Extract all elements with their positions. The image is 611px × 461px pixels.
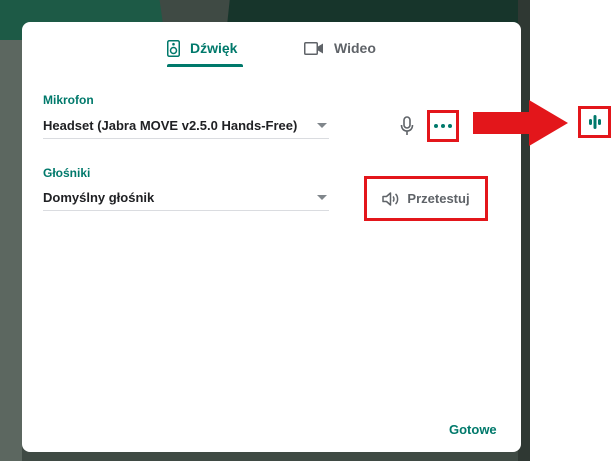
settings-dialog: Dźwięk Wideo Mikrofon Headset (Jabra MOV… xyxy=(22,22,521,452)
tab-video-label: Wideo xyxy=(334,40,376,56)
test-speaker-button[interactable]: Przetestuj xyxy=(364,176,488,221)
more-options-button[interactable] xyxy=(427,110,459,142)
audio-level-indicator xyxy=(578,106,611,138)
audio-level-icon xyxy=(588,115,601,129)
speakers-section-label: Głośniki xyxy=(43,166,91,180)
tab-sound-label: Dźwięk xyxy=(190,40,238,56)
speaker-icon xyxy=(167,39,180,57)
tab-sound[interactable]: Dźwięk xyxy=(167,32,243,67)
microphone-icon xyxy=(400,116,414,141)
dropdown-arrow-icon xyxy=(317,194,327,200)
dropdown-arrow-icon xyxy=(317,122,327,128)
speaker-volume-icon xyxy=(382,191,400,206)
video-camera-icon xyxy=(304,41,324,55)
annotation-arrow-icon xyxy=(473,100,568,146)
done-button[interactable]: Gotowe xyxy=(449,422,497,437)
microphone-section-label: Mikrofon xyxy=(43,93,94,107)
background-shape xyxy=(0,40,22,461)
speakers-select-value: Domyślny głośnik xyxy=(43,189,155,205)
tab-video[interactable]: Wideo xyxy=(304,32,376,64)
microphone-select[interactable]: Headset (Jabra MOVE v2.5.0 Hands-Free) xyxy=(43,112,329,139)
more-horizontal-icon xyxy=(434,124,452,128)
speakers-select[interactable]: Domyślny głośnik xyxy=(43,184,329,211)
microphone-select-value: Headset (Jabra MOVE v2.5.0 Hands-Free) xyxy=(43,117,298,133)
settings-tabs: Dźwięk Wideo xyxy=(22,22,521,67)
test-speaker-label: Przetestuj xyxy=(407,191,470,206)
